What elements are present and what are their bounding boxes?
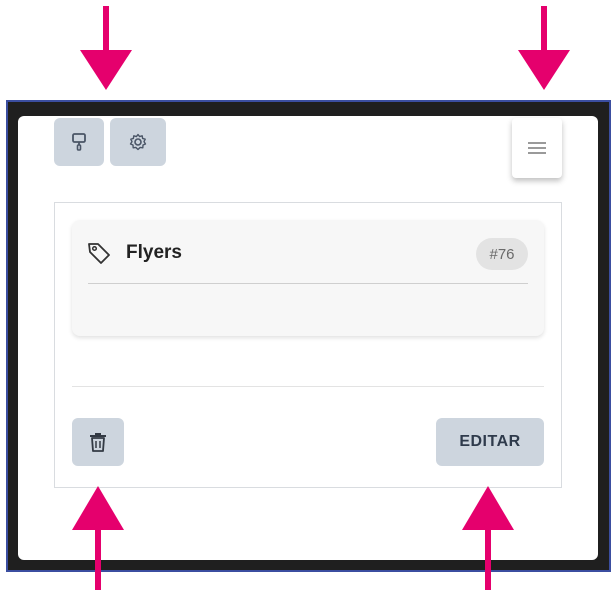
gear-icon <box>129 133 147 151</box>
arrow-up-left-icon <box>72 486 124 590</box>
arrow-down-right-icon <box>518 6 570 90</box>
hamburger-menu-icon <box>528 142 546 154</box>
paint-roller-icon <box>72 133 86 151</box>
edit-button[interactable]: EDITAR <box>436 418 544 466</box>
tag-card <box>72 220 544 336</box>
arrow-down-left-icon <box>80 6 132 90</box>
tag-divider <box>88 283 528 284</box>
menu-button[interactable] <box>512 118 562 178</box>
card-divider <box>72 386 544 387</box>
tag-id-badge: #76 <box>476 238 528 270</box>
tag-name: Flyers <box>126 242 182 263</box>
settings-button[interactable] <box>110 118 166 166</box>
delete-button[interactable] <box>72 418 124 466</box>
paint-roller-button[interactable] <box>54 118 104 166</box>
trash-icon <box>90 433 106 452</box>
arrow-up-right-icon <box>462 486 514 590</box>
tag-icon <box>88 243 110 264</box>
